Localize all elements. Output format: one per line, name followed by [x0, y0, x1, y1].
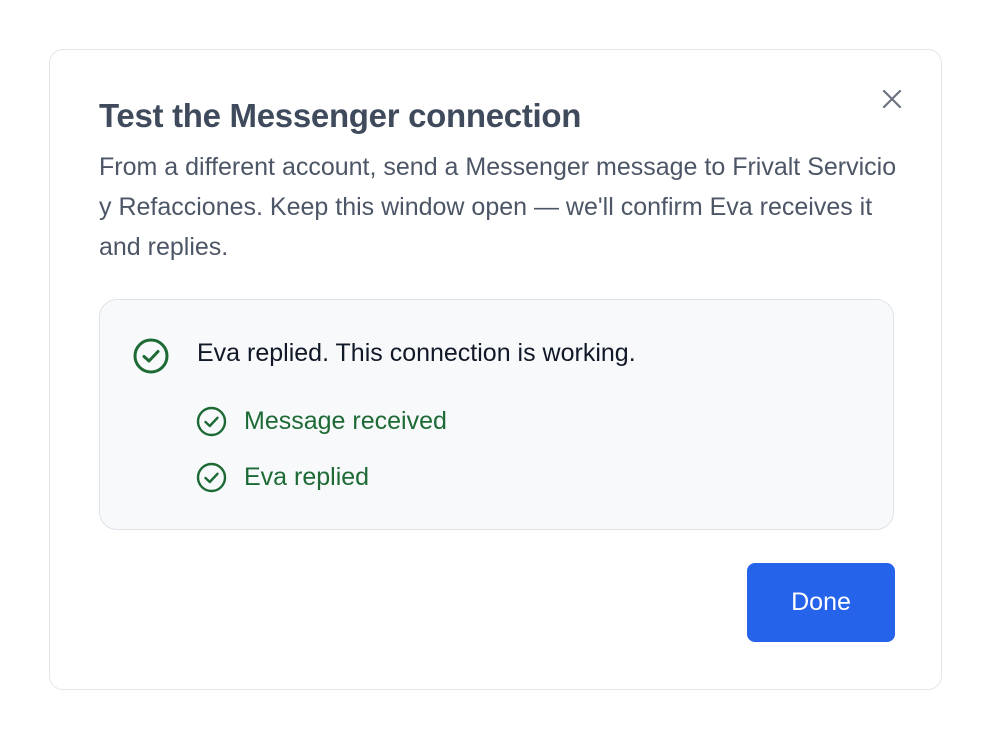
test-connection-dialog: Test the Messenger connection From a dif… — [49, 49, 942, 690]
done-button[interactable]: Done — [747, 563, 895, 642]
check-circle-icon — [196, 462, 227, 492]
close-icon — [882, 89, 902, 109]
status-message: Eva replied. This connection is working. — [197, 339, 636, 367]
check-circle-icon — [196, 406, 227, 436]
dialog-title: Test the Messenger connection — [99, 97, 582, 134]
close-button[interactable] — [877, 84, 907, 114]
check-label: Message received — [244, 407, 447, 435]
check-circle-icon — [133, 338, 169, 374]
check-label: Eva replied — [244, 463, 370, 491]
status-panel: Eva replied. This connection is working.… — [99, 299, 894, 530]
check-item-eva-replied: Eva replied — [196, 460, 369, 494]
check-item-message-received: Message received — [196, 404, 447, 438]
dialog-description: From a different account, send a Messeng… — [99, 153, 897, 261]
